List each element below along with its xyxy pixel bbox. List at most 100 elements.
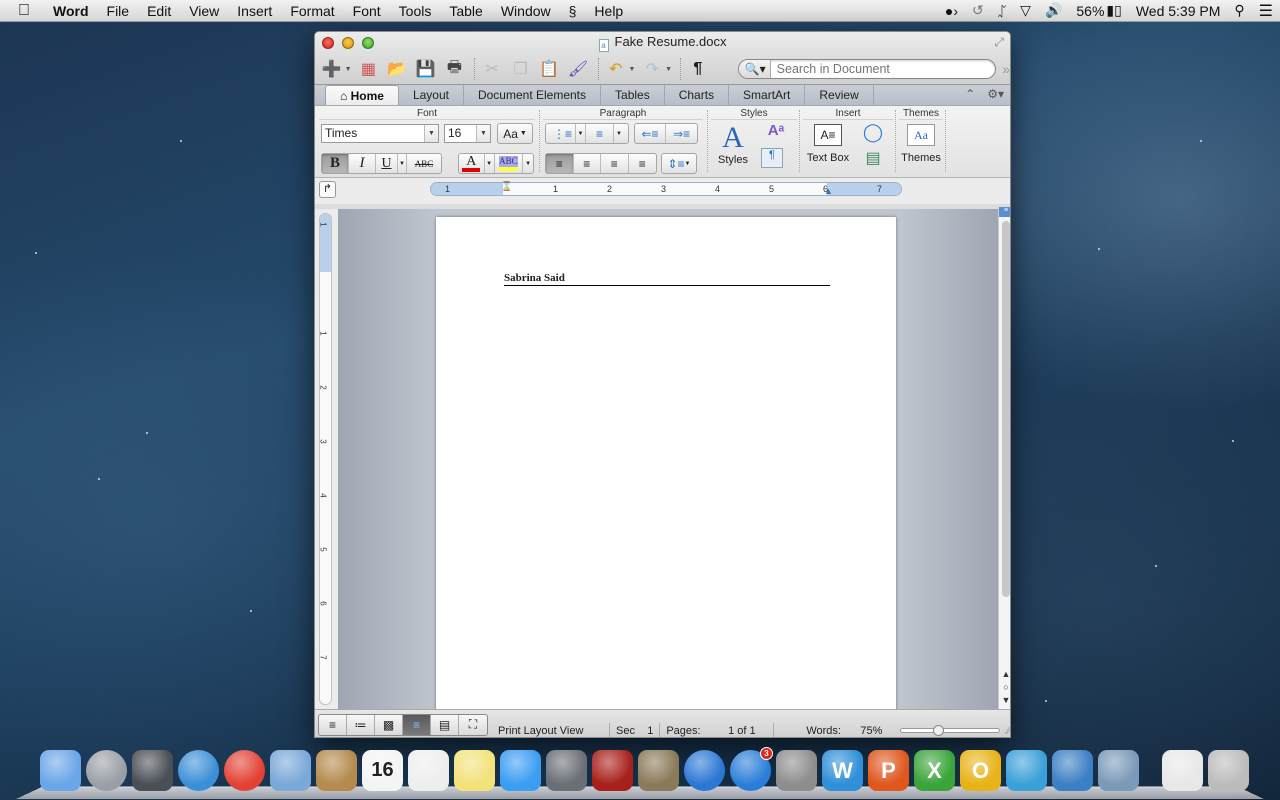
time-machine-icon[interactable]: ↺ xyxy=(965,2,991,19)
bluetooth-icon[interactable]: ᛢ xyxy=(991,3,1013,19)
dock-item-mail[interactable] xyxy=(270,750,311,791)
dock-item-launchpad[interactable] xyxy=(86,750,127,791)
text-effects-icon[interactable]: Aᵃ xyxy=(761,122,791,139)
indent-marker-icon[interactable]: ⌛ xyxy=(501,181,512,201)
search-input[interactable] xyxy=(770,62,991,76)
open-icon[interactable]: 📂 xyxy=(384,57,410,81)
dock-item-trash[interactable] xyxy=(1208,750,1249,791)
align-right-icon[interactable]: ≡ xyxy=(601,154,629,173)
styles-button[interactable]: A Styles xyxy=(711,122,755,167)
chevron-down-icon[interactable]: ▼ xyxy=(476,125,490,142)
resize-grip-icon[interactable]: ∕∕ xyxy=(1007,726,1010,737)
format-painter-icon[interactable]: 🖌 xyxy=(565,57,591,81)
tab-document-elements[interactable]: Document Elements xyxy=(464,85,602,105)
menu-edit[interactable]: Edit xyxy=(138,0,180,22)
right-indent-marker-icon[interactable]: ▲ xyxy=(824,186,833,196)
gallery-icon[interactable]: ▦ xyxy=(356,57,382,81)
clock[interactable]: Wed 5:39 PM xyxy=(1129,3,1228,19)
tab-tables[interactable]: Tables xyxy=(601,85,665,105)
notification-center-icon[interactable]: ☰ xyxy=(1252,1,1280,21)
search-icon[interactable]: 🔍▾ xyxy=(738,60,771,78)
show-formatting-icon[interactable]: ¶ xyxy=(685,57,711,81)
collapse-ribbon-icon[interactable]: ⌃ xyxy=(965,87,975,101)
menu-help[interactable]: Help xyxy=(585,0,632,22)
menu-font[interactable]: Font xyxy=(344,0,390,22)
dock-item-microsoft-messenger[interactable] xyxy=(1006,750,1047,791)
new-dropdown-icon[interactable]: ▼ xyxy=(345,66,352,73)
toolbar-overflow-icon[interactable]: » xyxy=(1002,61,1010,77)
spotlight-icon[interactable]: ⚲ xyxy=(1227,2,1251,19)
dock-item-app-store[interactable]: 3 xyxy=(730,747,773,791)
highlight-button[interactable]: ABC xyxy=(495,154,524,173)
print-layout-view-icon[interactable]: ≡ xyxy=(403,714,431,735)
tab-review[interactable]: Review xyxy=(805,85,874,105)
next-page-icon[interactable]: ▼ xyxy=(1000,694,1010,707)
menu-tools[interactable]: Tools xyxy=(390,0,441,22)
dock-item-facetime[interactable] xyxy=(546,750,587,791)
print-icon[interactable]: 🖶 xyxy=(442,57,468,81)
font-name-combo[interactable]: Times ▼ xyxy=(321,124,439,143)
split-view-icon[interactable]: ≡ xyxy=(999,207,1010,217)
dock-item-system-preferences[interactable] xyxy=(776,750,817,791)
align-left-icon[interactable]: ≡ xyxy=(546,154,574,173)
dock-item-safari[interactable] xyxy=(178,750,219,791)
copy-icon[interactable]: ❐ xyxy=(508,57,534,81)
zoom-slider-knob[interactable] xyxy=(932,725,944,736)
dock-item-calendar[interactable]: 16 xyxy=(362,750,403,791)
script-menu-icon[interactable]: § xyxy=(560,0,586,22)
battery-icon[interactable]: ▮▯ xyxy=(1106,2,1128,19)
menu-app-name[interactable]: Word xyxy=(44,0,98,22)
dock-item-remote-desktop-connection[interactable] xyxy=(1098,750,1139,791)
dock-item-photo-booth[interactable] xyxy=(592,750,633,791)
dock-item-iphoto[interactable] xyxy=(638,750,679,791)
dock-item-microsoft-word[interactable]: W xyxy=(822,750,863,791)
line-spacing-button[interactable]: ⇕≡ ▼ xyxy=(661,153,697,174)
shapes-icon[interactable]: ◯ xyxy=(859,122,887,143)
dock-item-chrome-app-folder[interactable] xyxy=(1162,750,1203,791)
redo-dropdown-icon[interactable]: ▼ xyxy=(665,66,672,73)
activity-monitor-icon[interactable]: ●› xyxy=(938,3,965,19)
vertical-ruler[interactable]: 1 1 2 3 4 5 6 7 xyxy=(319,213,332,705)
previous-page-icon[interactable]: ▲ xyxy=(1000,668,1010,681)
fullscreen-icon[interactable]: ⤢ xyxy=(994,35,1004,50)
numbering-icon[interactable]: ≡ xyxy=(586,124,614,143)
outline-view-icon[interactable]: ≔ xyxy=(347,714,375,735)
strikethrough-button[interactable]: ABC xyxy=(407,154,441,173)
dock-item-itunes[interactable] xyxy=(684,750,725,791)
cut-icon[interactable]: ✂ xyxy=(479,57,505,81)
tab-layout[interactable]: Layout xyxy=(399,85,464,105)
underline-button[interactable]: U xyxy=(376,154,398,173)
highlight-dropdown-icon[interactable]: ▼ xyxy=(523,154,533,173)
wifi-icon[interactable]: ▽ xyxy=(1013,2,1038,19)
bullets-dropdown-icon[interactable]: ▼ xyxy=(576,124,586,143)
menu-file[interactable]: File xyxy=(98,0,139,22)
dock-item-microsoft-excel[interactable]: X xyxy=(914,750,955,791)
chevron-down-icon[interactable]: ▼ xyxy=(424,125,438,142)
menu-window[interactable]: Window xyxy=(492,0,560,22)
undo-icon[interactable]: ↶ xyxy=(603,57,629,81)
resume-name-heading[interactable]: Sabrina Said xyxy=(504,272,830,286)
dock-item-microsoft-outlook[interactable]: O xyxy=(960,750,1001,791)
dock-item-microsoft-powerpoint[interactable]: P xyxy=(868,750,909,791)
menu-insert[interactable]: Insert xyxy=(228,0,281,22)
dock-item-mission-control[interactable] xyxy=(132,750,173,791)
tab-charts[interactable]: Charts xyxy=(665,85,730,105)
tab-home[interactable]: ⌂ Home xyxy=(325,85,399,105)
tab-smartart[interactable]: SmartArt xyxy=(729,85,806,105)
menu-view[interactable]: View xyxy=(180,0,228,22)
themes-button[interactable]: Aa Themes xyxy=(899,124,943,164)
search-field[interactable]: 🔍▾ xyxy=(737,59,997,79)
save-icon[interactable]: 💾 xyxy=(413,57,439,81)
dock-item-messages[interactable] xyxy=(500,750,541,791)
pages-indicator[interactable]: Pages: 1 of 1 xyxy=(660,722,775,737)
decrease-indent-icon[interactable]: ⇐≡ xyxy=(635,124,667,143)
font-size-combo[interactable]: 16 ▼ xyxy=(444,124,491,143)
picture-icon[interactable]: ▤ xyxy=(859,148,887,168)
dock-item-finder[interactable] xyxy=(40,750,81,791)
text-box-button[interactable]: A≡ Text Box xyxy=(803,124,853,164)
document-page[interactable]: Sabrina Said xyxy=(436,217,896,717)
dock-item-contacts[interactable] xyxy=(316,750,357,791)
tab-selector-icon[interactable]: ↱ xyxy=(319,181,336,198)
vertical-scrollbar[interactable]: ≡ ▲ ○ ▼ xyxy=(998,207,1010,709)
redo-icon[interactable]: ↷ xyxy=(639,57,665,81)
